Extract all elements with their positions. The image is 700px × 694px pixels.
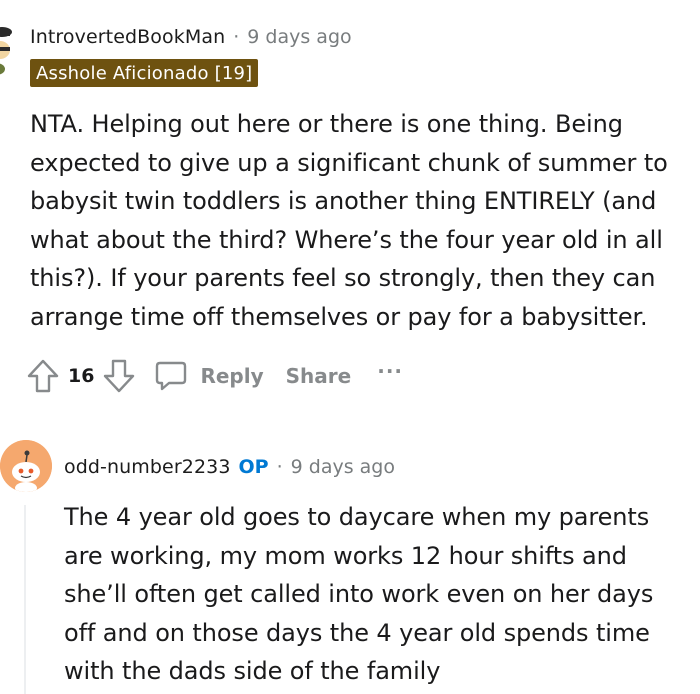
reply-line: off and on those days the 4 year old spe… — [64, 618, 650, 647]
upvote-button[interactable] — [26, 358, 60, 394]
downvote-button[interactable] — [102, 358, 136, 394]
comment-header: IntrovertedBookMan · 9 days ago — [30, 22, 352, 52]
user-avatar-icon[interactable] — [0, 20, 16, 80]
reply-header: odd-number2233 OP · 9 days ago — [64, 452, 395, 482]
comment-line: arrange time off themselves or pay for a… — [30, 302, 648, 331]
comment-body: NTA. Helping out here or there is one th… — [30, 105, 690, 336]
separator-dot: · — [233, 26, 240, 48]
comment-actions: 16 Reply Share ··· — [26, 356, 403, 396]
snoo-avatar-icon[interactable] — [0, 440, 52, 492]
op-badge: OP — [238, 456, 269, 478]
timestamp[interactable]: 9 days ago — [247, 26, 351, 48]
reply-line: she’ll often get called into work even o… — [64, 580, 654, 608]
comment-line: NTA. Helping out here or there is one th… — [30, 110, 623, 138]
comment-line: babysit twin toddlers is another thing E… — [30, 187, 657, 215]
comment-line: expected to give up a significant chunk … — [30, 148, 668, 177]
reply-timestamp[interactable]: 9 days ago — [291, 456, 395, 478]
reply-body: The 4 year old goes to daycare when my p… — [64, 498, 684, 691]
reply-line: The 4 year old goes to daycare when my p… — [64, 503, 650, 531]
reply-line: are working, my mom works 12 hour shifts… — [64, 541, 627, 570]
share-button[interactable]: Share — [286, 364, 352, 388]
reply-label: Reply — [200, 364, 264, 388]
thread-line[interactable] — [24, 505, 26, 694]
user-flair-badge: Asshole Aficionado [19] — [30, 59, 259, 87]
comment-line: this?). If your parents feel so strongly… — [30, 264, 656, 292]
separator-dot: · — [276, 456, 283, 478]
reply-line: with the dads side of the family — [64, 657, 441, 685]
vote-count: 16 — [68, 365, 95, 387]
arrow-down-icon — [104, 359, 135, 393]
more-options-button[interactable]: ··· — [377, 359, 403, 383]
reply-author-username[interactable]: odd-number2233 — [64, 456, 231, 478]
author-username[interactable]: IntrovertedBookMan — [30, 26, 225, 48]
speech-bubble-icon — [156, 361, 187, 391]
arrow-up-icon — [27, 359, 59, 393]
comment-line: what about the third? Where’s the four y… — [30, 225, 663, 254]
reply-button[interactable]: Reply — [154, 359, 264, 393]
